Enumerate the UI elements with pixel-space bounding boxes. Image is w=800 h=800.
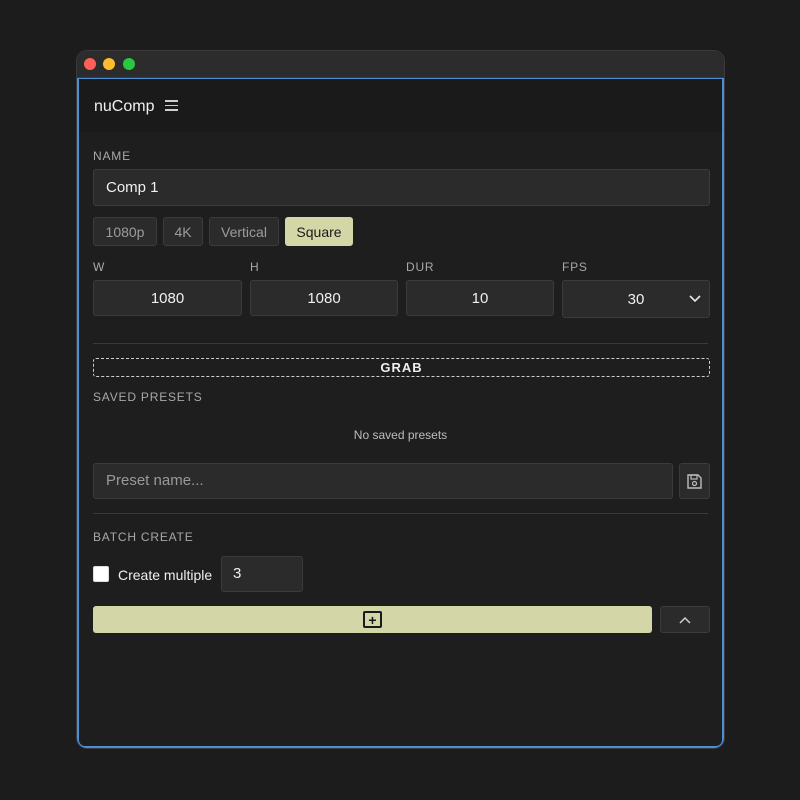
batch-count-value: 3 bbox=[233, 565, 242, 582]
preset-name-placeholder: Preset name... bbox=[106, 472, 204, 489]
save-preset-button[interactable] bbox=[679, 463, 710, 499]
fps-label: FPS bbox=[562, 260, 588, 274]
create-comp-button[interactable]: + bbox=[93, 606, 652, 633]
app-title: nuComp bbox=[94, 98, 155, 115]
height-value: 1080 bbox=[307, 289, 341, 307]
width-input[interactable]: 1080 bbox=[93, 280, 242, 316]
preset-vertical-label: Vertical bbox=[221, 223, 267, 240]
fps-value: 30 bbox=[627, 290, 645, 308]
window-close-button[interactable] bbox=[84, 58, 96, 70]
name-label: NAME bbox=[93, 149, 131, 163]
main-panel: nuComp NAME Comp 1 1080p 4K Vertical Squ… bbox=[77, 78, 724, 748]
preset-name-input[interactable]: Preset name... bbox=[93, 463, 673, 499]
preset-1080p-button[interactable]: 1080p bbox=[93, 217, 157, 246]
duration-input[interactable]: 10 bbox=[406, 280, 554, 316]
app-window: nuComp NAME Comp 1 1080p 4K Vertical Squ… bbox=[77, 51, 724, 748]
preset-4k-button[interactable]: 4K bbox=[163, 217, 203, 246]
preset-4k-label: 4K bbox=[174, 223, 192, 240]
create-multiple-label: Create multiple bbox=[118, 567, 213, 583]
divider-2 bbox=[93, 513, 708, 514]
grab-button[interactable]: GRAB bbox=[93, 358, 710, 377]
preset-1080p-label: 1080p bbox=[105, 223, 145, 240]
height-input[interactable]: 1080 bbox=[250, 280, 398, 316]
save-icon bbox=[687, 473, 702, 489]
preset-vertical-button[interactable]: Vertical bbox=[209, 217, 279, 246]
width-label: W bbox=[93, 260, 106, 274]
window-minimize-button[interactable] bbox=[103, 58, 115, 70]
width-value: 1080 bbox=[150, 289, 185, 307]
comp-name-value: Comp 1 bbox=[106, 179, 159, 196]
chevron-down-icon bbox=[689, 295, 701, 303]
plus-square-icon: + bbox=[363, 611, 382, 628]
panel-header: nuComp bbox=[79, 79, 722, 132]
fps-select[interactable]: 30 bbox=[562, 280, 710, 318]
menu-icon[interactable] bbox=[165, 100, 178, 111]
create-multiple-checkbox[interactable] bbox=[93, 566, 109, 582]
preset-square-button[interactable]: Square bbox=[285, 217, 353, 246]
saved-presets-label: SAVED PRESETS bbox=[93, 390, 203, 404]
collapse-button[interactable] bbox=[660, 606, 710, 633]
duration-value: 10 bbox=[471, 289, 489, 307]
comp-name-input[interactable]: Comp 1 bbox=[93, 169, 710, 206]
window-maximize-button[interactable] bbox=[123, 58, 135, 70]
duration-label: DUR bbox=[406, 260, 435, 274]
saved-presets-empty-text: No saved presets bbox=[353, 428, 448, 442]
window-titlebar bbox=[77, 51, 724, 78]
grab-label: GRAB bbox=[380, 360, 423, 375]
batch-create-label: BATCH CREATE bbox=[93, 530, 194, 544]
preset-square-label: Square bbox=[296, 223, 342, 240]
divider-1 bbox=[93, 343, 708, 344]
height-label: H bbox=[250, 260, 260, 274]
batch-count-input[interactable]: 3 bbox=[221, 556, 303, 592]
chevron-up-icon bbox=[679, 616, 691, 624]
